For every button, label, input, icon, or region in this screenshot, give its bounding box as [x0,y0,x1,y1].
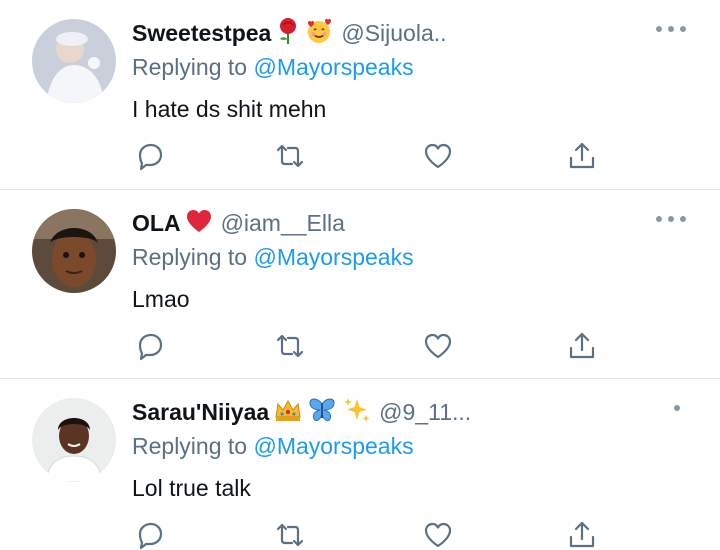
user-handle[interactable]: @iam__Ella [221,210,345,237]
replying-mention-link[interactable]: @Mayorspeaks [253,54,413,80]
share-icon[interactable] [566,140,598,172]
replying-prefix: Replying to [132,244,248,270]
tweet-text: I hate ds shit mehn [132,96,327,122]
replying-to: Replying to @Mayorspeaks [132,244,414,271]
reply-icon[interactable] [134,140,166,172]
display-name[interactable]: Sarau'Niiyaa [132,399,269,426]
reply-icon[interactable] [134,519,166,550]
avatar[interactable] [32,398,116,482]
butterfly-emoji [307,396,337,429]
replying-prefix: Replying to [132,433,248,459]
user-handle[interactable]: @9_11... [379,399,471,426]
author-line: Sweetestpea @Sijuola.. [132,16,447,50]
replying-mention-link[interactable]: @Mayorspeaks [253,244,413,270]
more-icon[interactable] [656,214,686,224]
more-icon[interactable] [656,24,686,34]
replying-mention-link[interactable]: @Mayorspeaks [253,433,413,459]
smiling-face-with-hearts-emoji [305,17,333,50]
retweet-icon[interactable] [274,330,306,362]
avatar[interactable] [32,19,116,103]
display-name[interactable]: Sweetestpea [132,20,271,47]
display-name[interactable]: OLA [132,210,181,237]
replying-to: Replying to @Mayorspeaks [132,54,414,81]
reply-icon[interactable] [134,330,166,362]
tweet-item[interactable]: Sarau'Niiyaa @9_11... Replying to @Mayor… [0,378,720,550]
tweet-text: Lmao [132,286,190,312]
tweet-item[interactable]: OLA @iam__Ella Replying to @Mayorspeaks … [0,189,720,378]
share-icon[interactable] [566,330,598,362]
share-icon[interactable] [566,519,598,550]
red-heart-emoji [185,208,213,239]
retweet-icon[interactable] [274,140,306,172]
more-icon[interactable] [674,403,682,413]
like-icon[interactable] [422,140,454,172]
replying-prefix: Replying to [132,54,248,80]
author-line: OLA @iam__Ella [132,206,345,240]
retweet-icon[interactable] [274,519,306,550]
like-icon[interactable] [422,519,454,550]
like-icon[interactable] [422,330,454,362]
avatar[interactable] [32,209,116,293]
sparkles-emoji [341,396,371,429]
user-handle[interactable]: @Sijuola.. [341,20,446,47]
rose-emoji [275,17,301,50]
author-line: Sarau'Niiyaa @9_11... [132,395,471,429]
crown-emoji [273,397,303,428]
tweet-item[interactable]: Sweetestpea @Sijuola.. Replying to @Mayo… [0,0,720,189]
tweet-text: Lol true talk [132,475,251,501]
replying-to: Replying to @Mayorspeaks [132,433,414,460]
